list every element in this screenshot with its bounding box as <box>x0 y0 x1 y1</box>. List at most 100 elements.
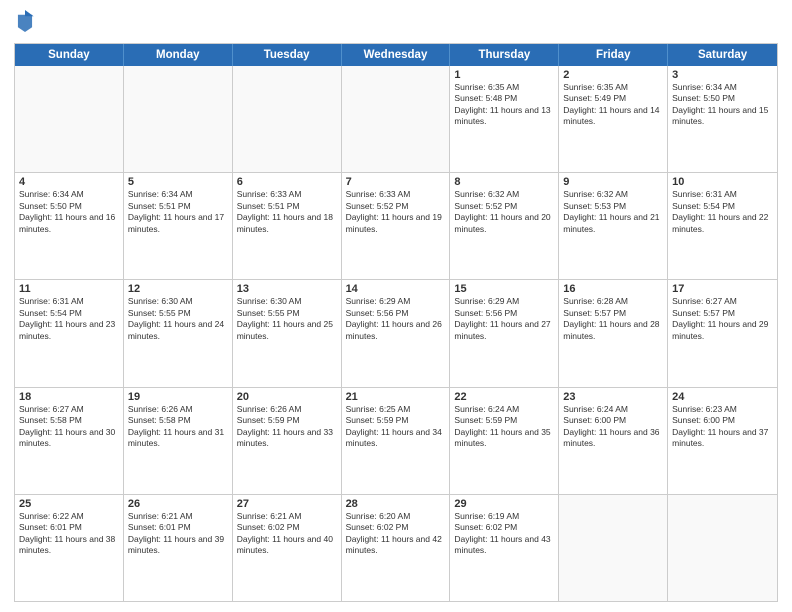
day-cell: 10Sunrise: 6:31 AM Sunset: 5:54 PM Dayli… <box>668 173 777 279</box>
week-row-1: 4Sunrise: 6:34 AM Sunset: 5:50 PM Daylig… <box>15 172 777 279</box>
day-cell: 16Sunrise: 6:28 AM Sunset: 5:57 PM Dayli… <box>559 280 668 386</box>
day-number: 26 <box>128 498 228 510</box>
day-number: 18 <box>19 391 119 403</box>
day-cell: 9Sunrise: 6:32 AM Sunset: 5:53 PM Daylig… <box>559 173 668 279</box>
day-number: 10 <box>672 176 773 188</box>
day-number: 24 <box>672 391 773 403</box>
day-cell: 11Sunrise: 6:31 AM Sunset: 5:54 PM Dayli… <box>15 280 124 386</box>
page: SundayMondayTuesdayWednesdayThursdayFrid… <box>0 0 792 612</box>
day-number: 2 <box>563 69 663 81</box>
day-info: Sunrise: 6:24 AM Sunset: 6:00 PM Dayligh… <box>563 404 663 450</box>
day-cell: 21Sunrise: 6:25 AM Sunset: 5:59 PM Dayli… <box>342 388 451 494</box>
day-info: Sunrise: 6:31 AM Sunset: 5:54 PM Dayligh… <box>672 189 773 235</box>
day-cell <box>15 66 124 172</box>
day-info: Sunrise: 6:24 AM Sunset: 5:59 PM Dayligh… <box>454 404 554 450</box>
day-cell: 20Sunrise: 6:26 AM Sunset: 5:59 PM Dayli… <box>233 388 342 494</box>
day-info: Sunrise: 6:25 AM Sunset: 5:59 PM Dayligh… <box>346 404 446 450</box>
day-info: Sunrise: 6:30 AM Sunset: 5:55 PM Dayligh… <box>128 296 228 342</box>
day-cell: 3Sunrise: 6:34 AM Sunset: 5:50 PM Daylig… <box>668 66 777 172</box>
day-info: Sunrise: 6:33 AM Sunset: 5:52 PM Dayligh… <box>346 189 446 235</box>
day-info: Sunrise: 6:28 AM Sunset: 5:57 PM Dayligh… <box>563 296 663 342</box>
day-cell: 17Sunrise: 6:27 AM Sunset: 5:57 PM Dayli… <box>668 280 777 386</box>
calendar: SundayMondayTuesdayWednesdayThursdayFrid… <box>14 43 778 602</box>
day-cell <box>233 66 342 172</box>
day-info: Sunrise: 6:23 AM Sunset: 6:00 PM Dayligh… <box>672 404 773 450</box>
day-number: 12 <box>128 283 228 295</box>
day-cell: 2Sunrise: 6:35 AM Sunset: 5:49 PM Daylig… <box>559 66 668 172</box>
day-cell: 15Sunrise: 6:29 AM Sunset: 5:56 PM Dayli… <box>450 280 559 386</box>
day-number: 6 <box>237 176 337 188</box>
day-number: 29 <box>454 498 554 510</box>
week-row-3: 18Sunrise: 6:27 AM Sunset: 5:58 PM Dayli… <box>15 387 777 494</box>
logo-icon <box>16 10 34 32</box>
day-cell: 1Sunrise: 6:35 AM Sunset: 5:48 PM Daylig… <box>450 66 559 172</box>
day-number: 21 <box>346 391 446 403</box>
day-header-friday: Friday <box>559 44 668 66</box>
week-row-2: 11Sunrise: 6:31 AM Sunset: 5:54 PM Dayli… <box>15 279 777 386</box>
day-info: Sunrise: 6:29 AM Sunset: 5:56 PM Dayligh… <box>454 296 554 342</box>
day-cell: 4Sunrise: 6:34 AM Sunset: 5:50 PM Daylig… <box>15 173 124 279</box>
calendar-body: 1Sunrise: 6:35 AM Sunset: 5:48 PM Daylig… <box>15 66 777 601</box>
day-number: 19 <box>128 391 228 403</box>
day-cell: 24Sunrise: 6:23 AM Sunset: 6:00 PM Dayli… <box>668 388 777 494</box>
day-cell: 28Sunrise: 6:20 AM Sunset: 6:02 PM Dayli… <box>342 495 451 601</box>
day-number: 17 <box>672 283 773 295</box>
day-cell: 25Sunrise: 6:22 AM Sunset: 6:01 PM Dayli… <box>15 495 124 601</box>
day-cell: 14Sunrise: 6:29 AM Sunset: 5:56 PM Dayli… <box>342 280 451 386</box>
day-number: 22 <box>454 391 554 403</box>
day-cell <box>342 66 451 172</box>
day-info: Sunrise: 6:27 AM Sunset: 5:57 PM Dayligh… <box>672 296 773 342</box>
day-info: Sunrise: 6:29 AM Sunset: 5:56 PM Dayligh… <box>346 296 446 342</box>
day-info: Sunrise: 6:35 AM Sunset: 5:48 PM Dayligh… <box>454 82 554 128</box>
day-number: 8 <box>454 176 554 188</box>
day-info: Sunrise: 6:35 AM Sunset: 5:49 PM Dayligh… <box>563 82 663 128</box>
day-info: Sunrise: 6:34 AM Sunset: 5:51 PM Dayligh… <box>128 189 228 235</box>
day-cell: 23Sunrise: 6:24 AM Sunset: 6:00 PM Dayli… <box>559 388 668 494</box>
day-cell: 6Sunrise: 6:33 AM Sunset: 5:51 PM Daylig… <box>233 173 342 279</box>
day-number: 13 <box>237 283 337 295</box>
day-header-tuesday: Tuesday <box>233 44 342 66</box>
day-number: 15 <box>454 283 554 295</box>
day-info: Sunrise: 6:31 AM Sunset: 5:54 PM Dayligh… <box>19 296 119 342</box>
day-cell: 27Sunrise: 6:21 AM Sunset: 6:02 PM Dayli… <box>233 495 342 601</box>
day-info: Sunrise: 6:33 AM Sunset: 5:51 PM Dayligh… <box>237 189 337 235</box>
day-header-saturday: Saturday <box>668 44 777 66</box>
day-number: 20 <box>237 391 337 403</box>
day-info: Sunrise: 6:21 AM Sunset: 6:01 PM Dayligh… <box>128 511 228 557</box>
calendar-header: SundayMondayTuesdayWednesdayThursdayFrid… <box>15 44 777 66</box>
day-info: Sunrise: 6:32 AM Sunset: 5:52 PM Dayligh… <box>454 189 554 235</box>
day-cell <box>559 495 668 601</box>
day-cell: 8Sunrise: 6:32 AM Sunset: 5:52 PM Daylig… <box>450 173 559 279</box>
day-info: Sunrise: 6:20 AM Sunset: 6:02 PM Dayligh… <box>346 511 446 557</box>
day-number: 4 <box>19 176 119 188</box>
day-cell: 18Sunrise: 6:27 AM Sunset: 5:58 PM Dayli… <box>15 388 124 494</box>
day-cell <box>668 495 777 601</box>
day-info: Sunrise: 6:26 AM Sunset: 5:58 PM Dayligh… <box>128 404 228 450</box>
day-number: 28 <box>346 498 446 510</box>
day-cell: 5Sunrise: 6:34 AM Sunset: 5:51 PM Daylig… <box>124 173 233 279</box>
day-header-sunday: Sunday <box>15 44 124 66</box>
day-number: 25 <box>19 498 119 510</box>
day-cell: 29Sunrise: 6:19 AM Sunset: 6:02 PM Dayli… <box>450 495 559 601</box>
day-number: 7 <box>346 176 446 188</box>
header <box>14 10 778 37</box>
day-info: Sunrise: 6:22 AM Sunset: 6:01 PM Dayligh… <box>19 511 119 557</box>
day-cell: 26Sunrise: 6:21 AM Sunset: 6:01 PM Dayli… <box>124 495 233 601</box>
day-cell: 12Sunrise: 6:30 AM Sunset: 5:55 PM Dayli… <box>124 280 233 386</box>
day-info: Sunrise: 6:34 AM Sunset: 5:50 PM Dayligh… <box>672 82 773 128</box>
day-cell: 19Sunrise: 6:26 AM Sunset: 5:58 PM Dayli… <box>124 388 233 494</box>
day-cell <box>124 66 233 172</box>
day-number: 9 <box>563 176 663 188</box>
day-info: Sunrise: 6:30 AM Sunset: 5:55 PM Dayligh… <box>237 296 337 342</box>
day-info: Sunrise: 6:26 AM Sunset: 5:59 PM Dayligh… <box>237 404 337 450</box>
day-number: 5 <box>128 176 228 188</box>
day-number: 3 <box>672 69 773 81</box>
day-info: Sunrise: 6:34 AM Sunset: 5:50 PM Dayligh… <box>19 189 119 235</box>
day-number: 27 <box>237 498 337 510</box>
day-info: Sunrise: 6:21 AM Sunset: 6:02 PM Dayligh… <box>237 511 337 557</box>
day-number: 11 <box>19 283 119 295</box>
day-number: 16 <box>563 283 663 295</box>
day-cell: 13Sunrise: 6:30 AM Sunset: 5:55 PM Dayli… <box>233 280 342 386</box>
day-header-thursday: Thursday <box>450 44 559 66</box>
day-number: 14 <box>346 283 446 295</box>
